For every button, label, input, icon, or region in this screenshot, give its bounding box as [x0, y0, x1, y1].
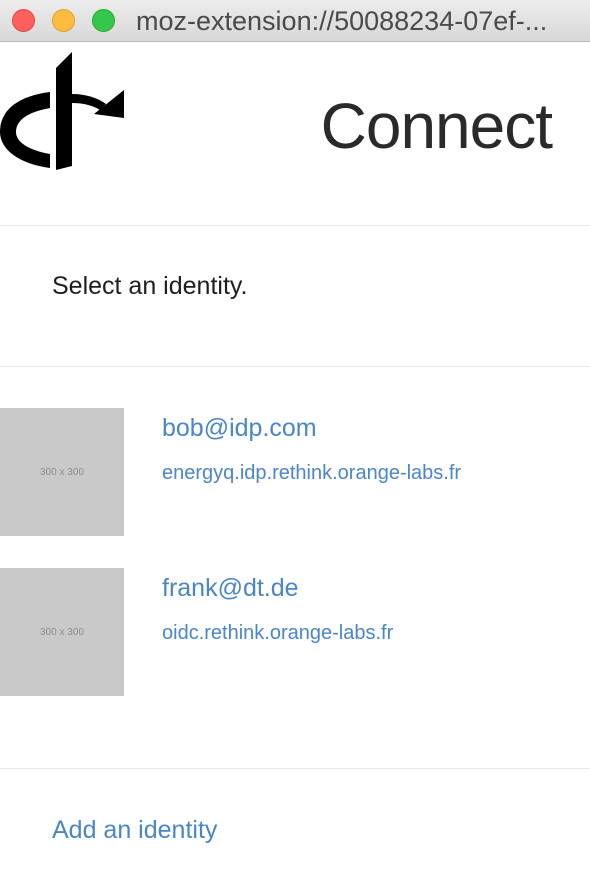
maximize-window-button[interactable] — [92, 9, 115, 32]
close-window-button[interactable] — [12, 9, 35, 32]
divider — [0, 366, 590, 367]
window-titlebar: moz-extension://50088234-07ef-... — [0, 0, 590, 42]
window-title: moz-extension://50088234-07ef-... — [136, 6, 548, 36]
identity-item-frank[interactable]: 300 x 300 frank@dt.de oidc.rethink.orang… — [0, 568, 590, 696]
identity-email[interactable]: bob@idp.com — [162, 412, 317, 444]
minimize-window-button[interactable] — [52, 9, 75, 32]
identity-avatar-placeholder[interactable]: 300 x 300 — [0, 408, 124, 536]
page-title: Connect — [320, 90, 553, 162]
divider — [0, 225, 590, 226]
openid-logo-icon — [0, 52, 124, 170]
identity-domain[interactable]: oidc.rethink.orange-labs.fr — [162, 614, 482, 652]
add-identity-link[interactable]: Add an identity — [52, 814, 217, 846]
identity-domain[interactable]: energyq.idp.rethink.orange-labs.fr — [162, 454, 482, 492]
instruction-text: Select an identity. — [52, 272, 248, 300]
identity-email[interactable]: frank@dt.de — [162, 572, 299, 604]
identity-avatar-placeholder[interactable]: 300 x 300 — [0, 568, 124, 696]
divider — [0, 768, 590, 769]
identity-item-bob[interactable]: 300 x 300 bob@idp.com energyq.idp.rethin… — [0, 408, 590, 536]
